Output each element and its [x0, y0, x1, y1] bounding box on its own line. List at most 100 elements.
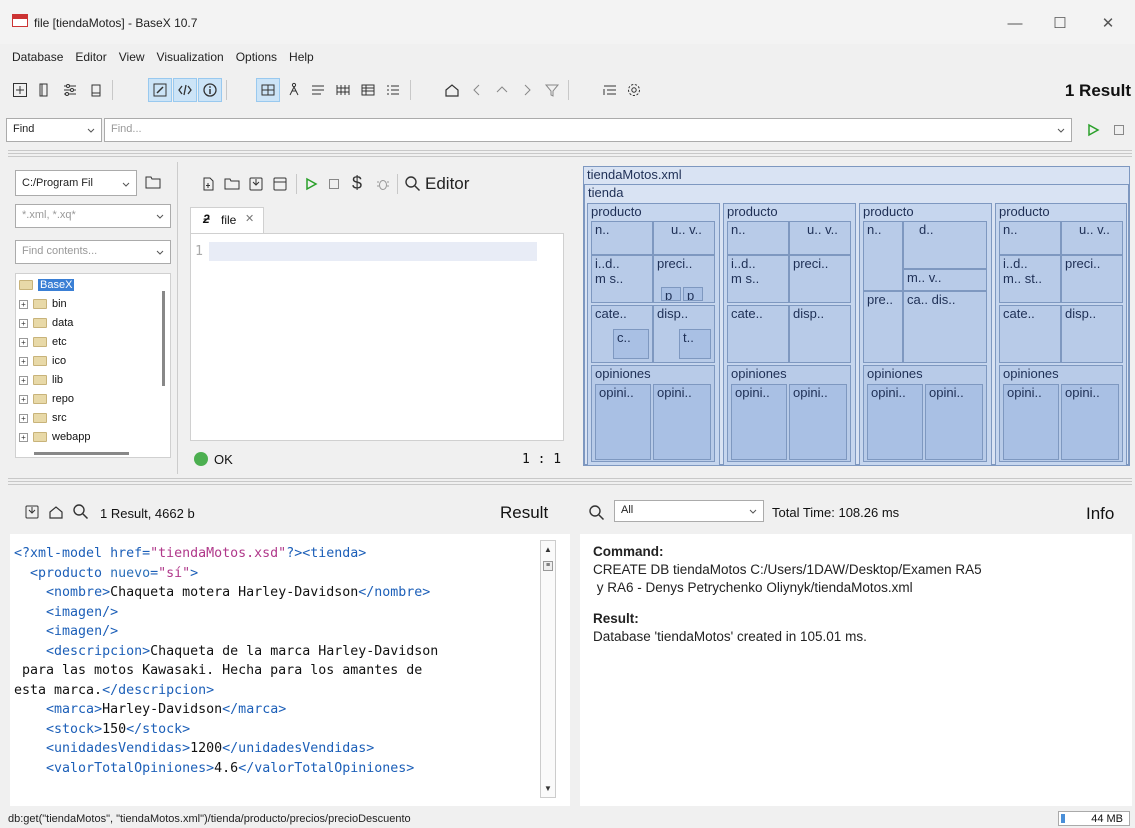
- map-visualization[interactable]: tiendaMotos.xml tienda producto n.. u.. …: [583, 166, 1130, 466]
- find-mode-select[interactable]: Find: [6, 118, 102, 142]
- map-node[interactable]: opini..: [731, 384, 787, 460]
- new-database-icon[interactable]: [8, 78, 32, 102]
- menu-options[interactable]: Options: [230, 48, 283, 68]
- map-view-icon[interactable]: [256, 78, 280, 102]
- map-node[interactable]: u.. v..: [1061, 221, 1123, 255]
- result-output[interactable]: <?xml-model href="tiendaMotos.xsd"?><tie…: [10, 534, 570, 806]
- tree-item-repo[interactable]: + repo: [19, 391, 74, 407]
- scroll-down-icon[interactable]: ▼: [544, 784, 552, 793]
- properties-icon[interactable]: [58, 78, 82, 102]
- new-file-icon[interactable]: [200, 176, 216, 192]
- map-node[interactable]: cate..: [727, 305, 789, 363]
- menu-help[interactable]: Help: [283, 48, 320, 68]
- save-icon[interactable]: [248, 176, 264, 192]
- info-toggle-icon[interactable]: [198, 78, 222, 102]
- map-node[interactable]: m.. v..: [903, 269, 987, 291]
- find-contents-input[interactable]: Find contents...: [15, 240, 171, 264]
- close-database-icon[interactable]: [84, 78, 108, 102]
- up-icon[interactable]: [490, 78, 514, 102]
- map-node[interactable]: d..: [903, 221, 987, 269]
- tree-view-icon[interactable]: [282, 78, 306, 102]
- map-node[interactable]: preci..: [789, 255, 851, 303]
- map-node[interactable]: t..: [679, 329, 711, 359]
- expand-icon[interactable]: +: [19, 337, 28, 347]
- map-node[interactable]: n..: [591, 221, 653, 255]
- file-filter-input[interactable]: *.xml, *.xq*: [15, 204, 171, 228]
- map-node[interactable]: opini..: [867, 384, 923, 460]
- minimize-button[interactable]: —: [995, 8, 1035, 38]
- result-scrollbar[interactable]: ▲ ≡ ▼: [540, 540, 556, 798]
- tab-file[interactable]: ƻ file ✕: [190, 207, 264, 233]
- run-query-icon[interactable]: [304, 177, 318, 191]
- map-node[interactable]: preci..: [1061, 255, 1123, 303]
- open-database-icon[interactable]: [32, 78, 56, 102]
- project-path-select[interactable]: C:/Program Fil: [15, 170, 137, 196]
- map-node[interactable]: p: [661, 287, 681, 301]
- tree-item-src[interactable]: + src: [19, 410, 67, 426]
- tree-hscrollbar[interactable]: [34, 452, 129, 455]
- map-node[interactable]: disp..: [1061, 305, 1123, 363]
- home-icon[interactable]: [48, 504, 64, 520]
- debug-icon[interactable]: [375, 176, 391, 192]
- map-node[interactable]: pre..: [863, 291, 903, 363]
- map-node[interactable]: i..d.. m s..: [591, 255, 653, 303]
- expand-icon[interactable]: +: [19, 394, 28, 404]
- expand-icon[interactable]: +: [19, 356, 28, 366]
- settings-gear-icon[interactable]: [622, 78, 646, 102]
- tree-item-ico[interactable]: + ico: [19, 353, 66, 369]
- tree-item-webapp[interactable]: + webapp: [19, 429, 91, 445]
- expand-icon[interactable]: +: [19, 299, 28, 309]
- menu-database[interactable]: Database: [0, 48, 69, 68]
- home-icon[interactable]: [440, 78, 464, 102]
- stop-query-icon[interactable]: [328, 178, 340, 190]
- memory-indicator[interactable]: 44 MB: [1058, 811, 1130, 826]
- map-node[interactable]: p: [683, 287, 703, 301]
- xquery-toggle-icon[interactable]: [173, 78, 197, 102]
- history-icon[interactable]: [598, 78, 622, 102]
- back-icon[interactable]: [465, 78, 489, 102]
- tree-item-etc[interactable]: + etc: [19, 334, 67, 350]
- explorer-view-icon[interactable]: [356, 78, 380, 102]
- map-node[interactable]: opini..: [1003, 384, 1059, 460]
- close-button[interactable]: ✕: [1088, 8, 1128, 38]
- tree-item-lib[interactable]: + lib: [19, 372, 63, 388]
- variables-icon[interactable]: $: [352, 173, 362, 194]
- filter-icon[interactable]: [540, 78, 564, 102]
- menu-view[interactable]: View: [113, 48, 151, 68]
- map-node[interactable]: opini..: [595, 384, 651, 460]
- save-result-icon[interactable]: [24, 504, 40, 520]
- maximize-button[interactable]: ☐: [1040, 8, 1080, 38]
- tree-item-data[interactable]: + data: [19, 315, 73, 331]
- map-node[interactable]: n..: [727, 221, 789, 255]
- map-node[interactable]: c..: [613, 329, 649, 359]
- editor-toggle-icon[interactable]: [148, 78, 172, 102]
- scroll-thumb[interactable]: ≡: [543, 561, 553, 571]
- map-node[interactable]: opini..: [653, 384, 711, 460]
- tree-scrollbar[interactable]: [162, 291, 165, 386]
- table-view-icon[interactable]: [331, 78, 355, 102]
- search-icon[interactable]: [404, 175, 421, 192]
- open-file-icon[interactable]: [224, 176, 240, 192]
- map-node[interactable]: i..d.. m.. st..: [999, 255, 1061, 303]
- map-node[interactable]: opini..: [789, 384, 847, 460]
- expand-icon[interactable]: +: [19, 432, 28, 442]
- close-tab-icon[interactable]: ✕: [245, 212, 254, 225]
- info-filter-select[interactable]: All: [614, 500, 764, 522]
- editor-textarea[interactable]: 1: [190, 233, 564, 441]
- expand-icon[interactable]: +: [19, 413, 28, 423]
- scroll-up-icon[interactable]: ▲: [544, 545, 552, 554]
- map-node[interactable]: n..: [999, 221, 1061, 255]
- forward-icon[interactable]: [515, 78, 539, 102]
- tree-item-bin[interactable]: + bin: [19, 296, 67, 312]
- folder-view-icon[interactable]: [381, 78, 405, 102]
- open-folder-icon[interactable]: [145, 175, 161, 189]
- search-icon[interactable]: [588, 504, 605, 521]
- expand-icon[interactable]: +: [19, 375, 28, 385]
- map-node[interactable]: disp..: [789, 305, 851, 363]
- map-node[interactable]: opini..: [925, 384, 983, 460]
- text-view-icon[interactable]: [306, 78, 330, 102]
- map-node[interactable]: n..: [863, 221, 903, 291]
- map-node[interactable]: cate..: [999, 305, 1061, 363]
- map-node[interactable]: i..d.. m s..: [727, 255, 789, 303]
- find-input[interactable]: Find...: [104, 118, 1072, 142]
